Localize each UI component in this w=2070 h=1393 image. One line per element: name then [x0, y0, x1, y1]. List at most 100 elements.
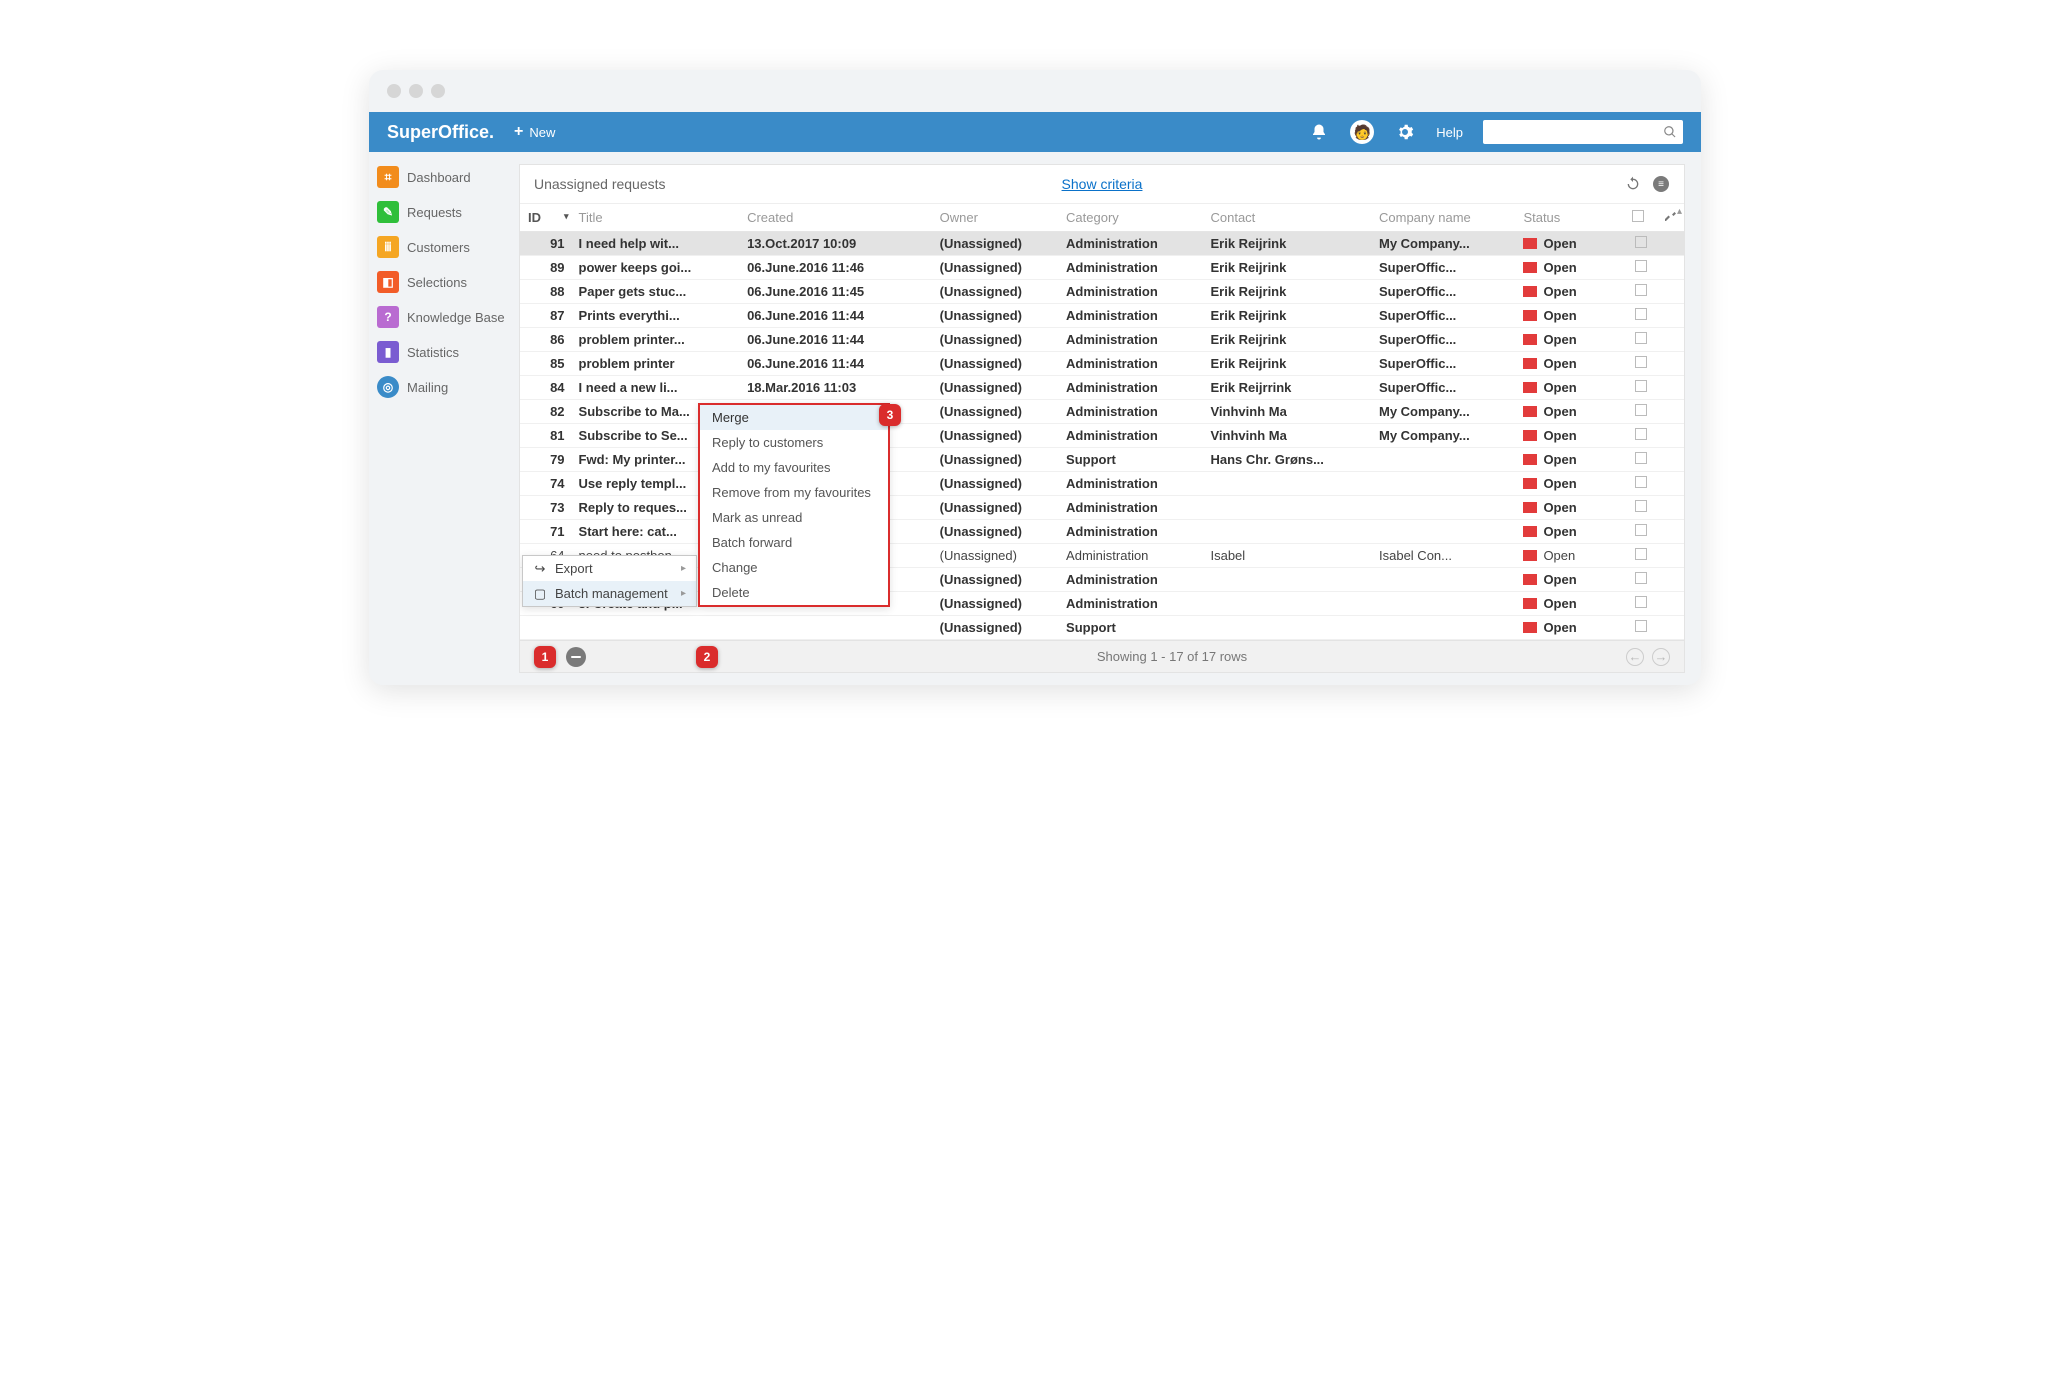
cell-owner: (Unassigned) — [932, 520, 1058, 544]
table-row[interactable]: 82 Subscribe to Ma... 04.Feb.2016 15:21 … — [520, 400, 1684, 424]
col-owner-header[interactable]: Owner — [932, 204, 1058, 232]
table-row[interactable]: 91 I need help wit... 13.Oct.2017 10:09 … — [520, 232, 1684, 256]
col-title-header[interactable]: Title — [571, 204, 740, 232]
batch-menu-item[interactable]: Merge — [700, 405, 888, 430]
content-footer: 1 2 Showing 1 - 17 of 17 rows ← → — [520, 640, 1684, 672]
cell-created: 06.June.2016 11:45 — [739, 280, 932, 304]
sidebar-item-mailing[interactable]: ◎ Mailing — [377, 374, 511, 400]
cell-checkbox[interactable] — [1624, 448, 1658, 472]
col-select-all[interactable] — [1624, 204, 1658, 232]
scroll-up-icon[interactable]: ▴ — [1677, 206, 1682, 217]
refresh-icon[interactable] — [1624, 175, 1642, 193]
plus-icon: + — [514, 123, 523, 141]
bell-icon[interactable] — [1308, 121, 1330, 143]
cell-status: Open — [1515, 520, 1623, 544]
col-status-header[interactable]: Status — [1515, 204, 1623, 232]
table-row[interactable]: 74 Use reply templ... (Unassigned) Admin… — [520, 472, 1684, 496]
batch-menu-item[interactable]: Batch forward — [700, 530, 888, 555]
cell-checkbox[interactable] — [1624, 304, 1658, 328]
cell-checkbox[interactable] — [1624, 256, 1658, 280]
cell-contact — [1202, 496, 1371, 520]
cell-company — [1371, 496, 1515, 520]
cell-contact: Vinhvinh Ma — [1202, 424, 1371, 448]
new-button[interactable]: + New — [514, 123, 555, 141]
col-contact-header[interactable]: Contact — [1202, 204, 1371, 232]
table-row[interactable]: 86 problem printer... 06.June.2016 11:44… — [520, 328, 1684, 352]
hamburger-menu-button[interactable] — [566, 647, 586, 667]
page-title: Unassigned requests — [534, 176, 666, 192]
show-criteria-link[interactable]: Show criteria — [1062, 176, 1143, 192]
cell-checkbox[interactable] — [1624, 472, 1658, 496]
cell-company: SuperOffic... — [1371, 256, 1515, 280]
col-id-header[interactable]: ID▾ — [520, 204, 571, 232]
cell-checkbox[interactable] — [1624, 544, 1658, 568]
cell-checkbox[interactable] — [1624, 352, 1658, 376]
cell-checkbox[interactable] — [1624, 376, 1658, 400]
sidebar-item-customers[interactable]: ⅲ Customers — [377, 234, 511, 260]
search-input[interactable] — [1483, 120, 1683, 144]
cell-checkbox[interactable] — [1624, 496, 1658, 520]
cell-id: 85 — [520, 352, 571, 376]
col-category-header[interactable]: Category — [1058, 204, 1202, 232]
table-row[interactable]: 87 Prints everythi... 06.June.2016 11:44… — [520, 304, 1684, 328]
sidebar-item-selections[interactable]: ◧ Selections — [377, 269, 511, 295]
app-body: ⌗ Dashboard ✎ Requests ⅲ Customers ◧ Sel… — [369, 152, 1701, 685]
table-row[interactable]: 84 I need a new li... 18.Mar.2016 11:03 … — [520, 376, 1684, 400]
sidebar-item-knowledgebase[interactable]: ? Knowledge Base — [377, 304, 511, 330]
sidebar-item-requests[interactable]: ✎ Requests — [377, 199, 511, 225]
cell-category: Administration — [1058, 568, 1202, 592]
cell-owner: (Unassigned) — [932, 616, 1058, 640]
table-row[interactable]: 85 problem printer 06.June.2016 11:44 (U… — [520, 352, 1684, 376]
cell-id: 81 — [520, 424, 571, 448]
cell-owner: (Unassigned) — [932, 544, 1058, 568]
cell-checkbox[interactable] — [1624, 232, 1658, 256]
table-row[interactable]: 79 Fwd: My printer... (Unassigned) Suppo… — [520, 448, 1684, 472]
batch-menu-item[interactable]: Remove from my favourites — [700, 480, 888, 505]
avatar[interactable]: 🧑 — [1350, 120, 1374, 144]
table-row[interactable]: 89 power keeps goi... 06.June.2016 11:46… — [520, 256, 1684, 280]
col-created-header[interactable]: Created — [739, 204, 932, 232]
cell-status: Open — [1515, 496, 1623, 520]
table-row[interactable]: 73 Reply to reques... (Unassigned) Admin… — [520, 496, 1684, 520]
table-row[interactable]: (Unassigned) Support Open — [520, 616, 1684, 640]
batch-menu-item[interactable]: Mark as unread — [700, 505, 888, 530]
popup1-item[interactable]: ▢ Batch management ▸ — [523, 581, 696, 606]
cell-checkbox[interactable] — [1624, 328, 1658, 352]
batch-menu-item[interactable]: Change — [700, 555, 888, 580]
cell-category: Administration — [1058, 352, 1202, 376]
window-dot — [409, 84, 423, 98]
batch-menu-item[interactable]: Add to my favourites — [700, 455, 888, 480]
cell-owner: (Unassigned) — [932, 328, 1058, 352]
cell-checkbox[interactable] — [1624, 424, 1658, 448]
popup1-item[interactable]: ↪ Export ▸ — [523, 556, 696, 581]
cell-checkbox[interactable] — [1624, 616, 1658, 640]
table-row[interactable]: 71 Start here: cat... (Unassigned) Admin… — [520, 520, 1684, 544]
cell-owner: (Unassigned) — [932, 448, 1058, 472]
cell-checkbox[interactable] — [1624, 568, 1658, 592]
cell-checkbox[interactable] — [1624, 592, 1658, 616]
batch-menu-item[interactable]: Reply to customers — [700, 430, 888, 455]
sidebar-item-statistics[interactable]: ▮ Statistics — [377, 339, 511, 365]
table-row[interactable]: 81 Subscribe to Se... 04.Feb.2016 15:21 … — [520, 424, 1684, 448]
gear-icon[interactable] — [1394, 121, 1416, 143]
table-row[interactable]: 88 Paper gets stuc... 06.June.2016 11:45… — [520, 280, 1684, 304]
cell-status: Open — [1515, 616, 1623, 640]
cell-checkbox[interactable] — [1624, 520, 1658, 544]
sidebar-label: Selections — [407, 275, 467, 290]
mail-icon — [1523, 310, 1537, 321]
prev-page-icon[interactable]: ← — [1626, 648, 1644, 666]
next-page-icon[interactable]: → — [1652, 648, 1670, 666]
batch-menu-item[interactable]: Delete — [700, 580, 888, 605]
dashboard-icon: ⌗ — [377, 166, 399, 188]
cell-checkbox[interactable] — [1624, 400, 1658, 424]
cell-status: Open — [1515, 400, 1623, 424]
popup1-item-label: Batch management — [555, 586, 668, 601]
help-link[interactable]: Help — [1436, 125, 1463, 140]
cell-id: 79 — [520, 448, 571, 472]
cell-status: Open — [1515, 304, 1623, 328]
cell-company: SuperOffic... — [1371, 328, 1515, 352]
col-company-header[interactable]: Company name — [1371, 204, 1515, 232]
circle-action-icon[interactable]: ≡ — [1652, 175, 1670, 193]
sidebar-item-dashboard[interactable]: ⌗ Dashboard — [377, 164, 511, 190]
cell-checkbox[interactable] — [1624, 280, 1658, 304]
